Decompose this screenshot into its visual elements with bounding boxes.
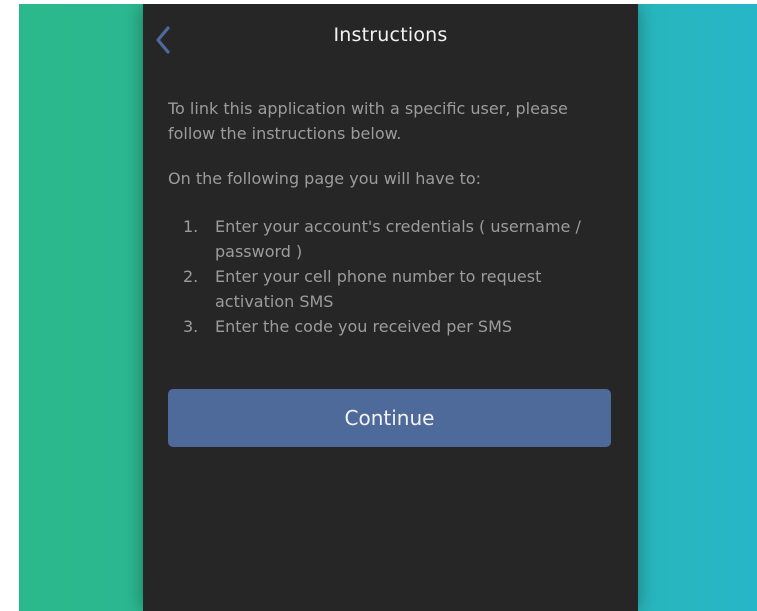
step-number: 1.	[183, 217, 199, 236]
navigation-bar: Instructions	[143, 4, 638, 76]
instructions-content: To link this application with a specific…	[168, 96, 618, 339]
step-number: 2.	[183, 267, 199, 286]
lead-text: On the following page you will have to:	[168, 169, 482, 188]
step-number: 3.	[183, 317, 199, 336]
step-text: Enter your account's credentials ( usern…	[215, 217, 581, 261]
continue-button[interactable]: Continue	[168, 389, 611, 447]
list-item: 2. Enter your cell phone number to reque…	[168, 264, 618, 314]
app-background: Instructions To link this application wi…	[19, 4, 757, 611]
intro-text: To link this application with a specific…	[168, 99, 568, 143]
step-text: Enter the code you received per SMS	[215, 317, 513, 336]
steps-list: 1. Enter your account's credentials ( us…	[168, 214, 618, 339]
page-title: Instructions	[333, 24, 448, 46]
list-item: 1. Enter your account's credentials ( us…	[168, 214, 618, 264]
instructions-screen: Instructions To link this application wi…	[143, 4, 638, 611]
step-text: Enter your cell phone number to request …	[215, 267, 542, 311]
list-item: 3. Enter the code you received per SMS	[168, 314, 618, 339]
